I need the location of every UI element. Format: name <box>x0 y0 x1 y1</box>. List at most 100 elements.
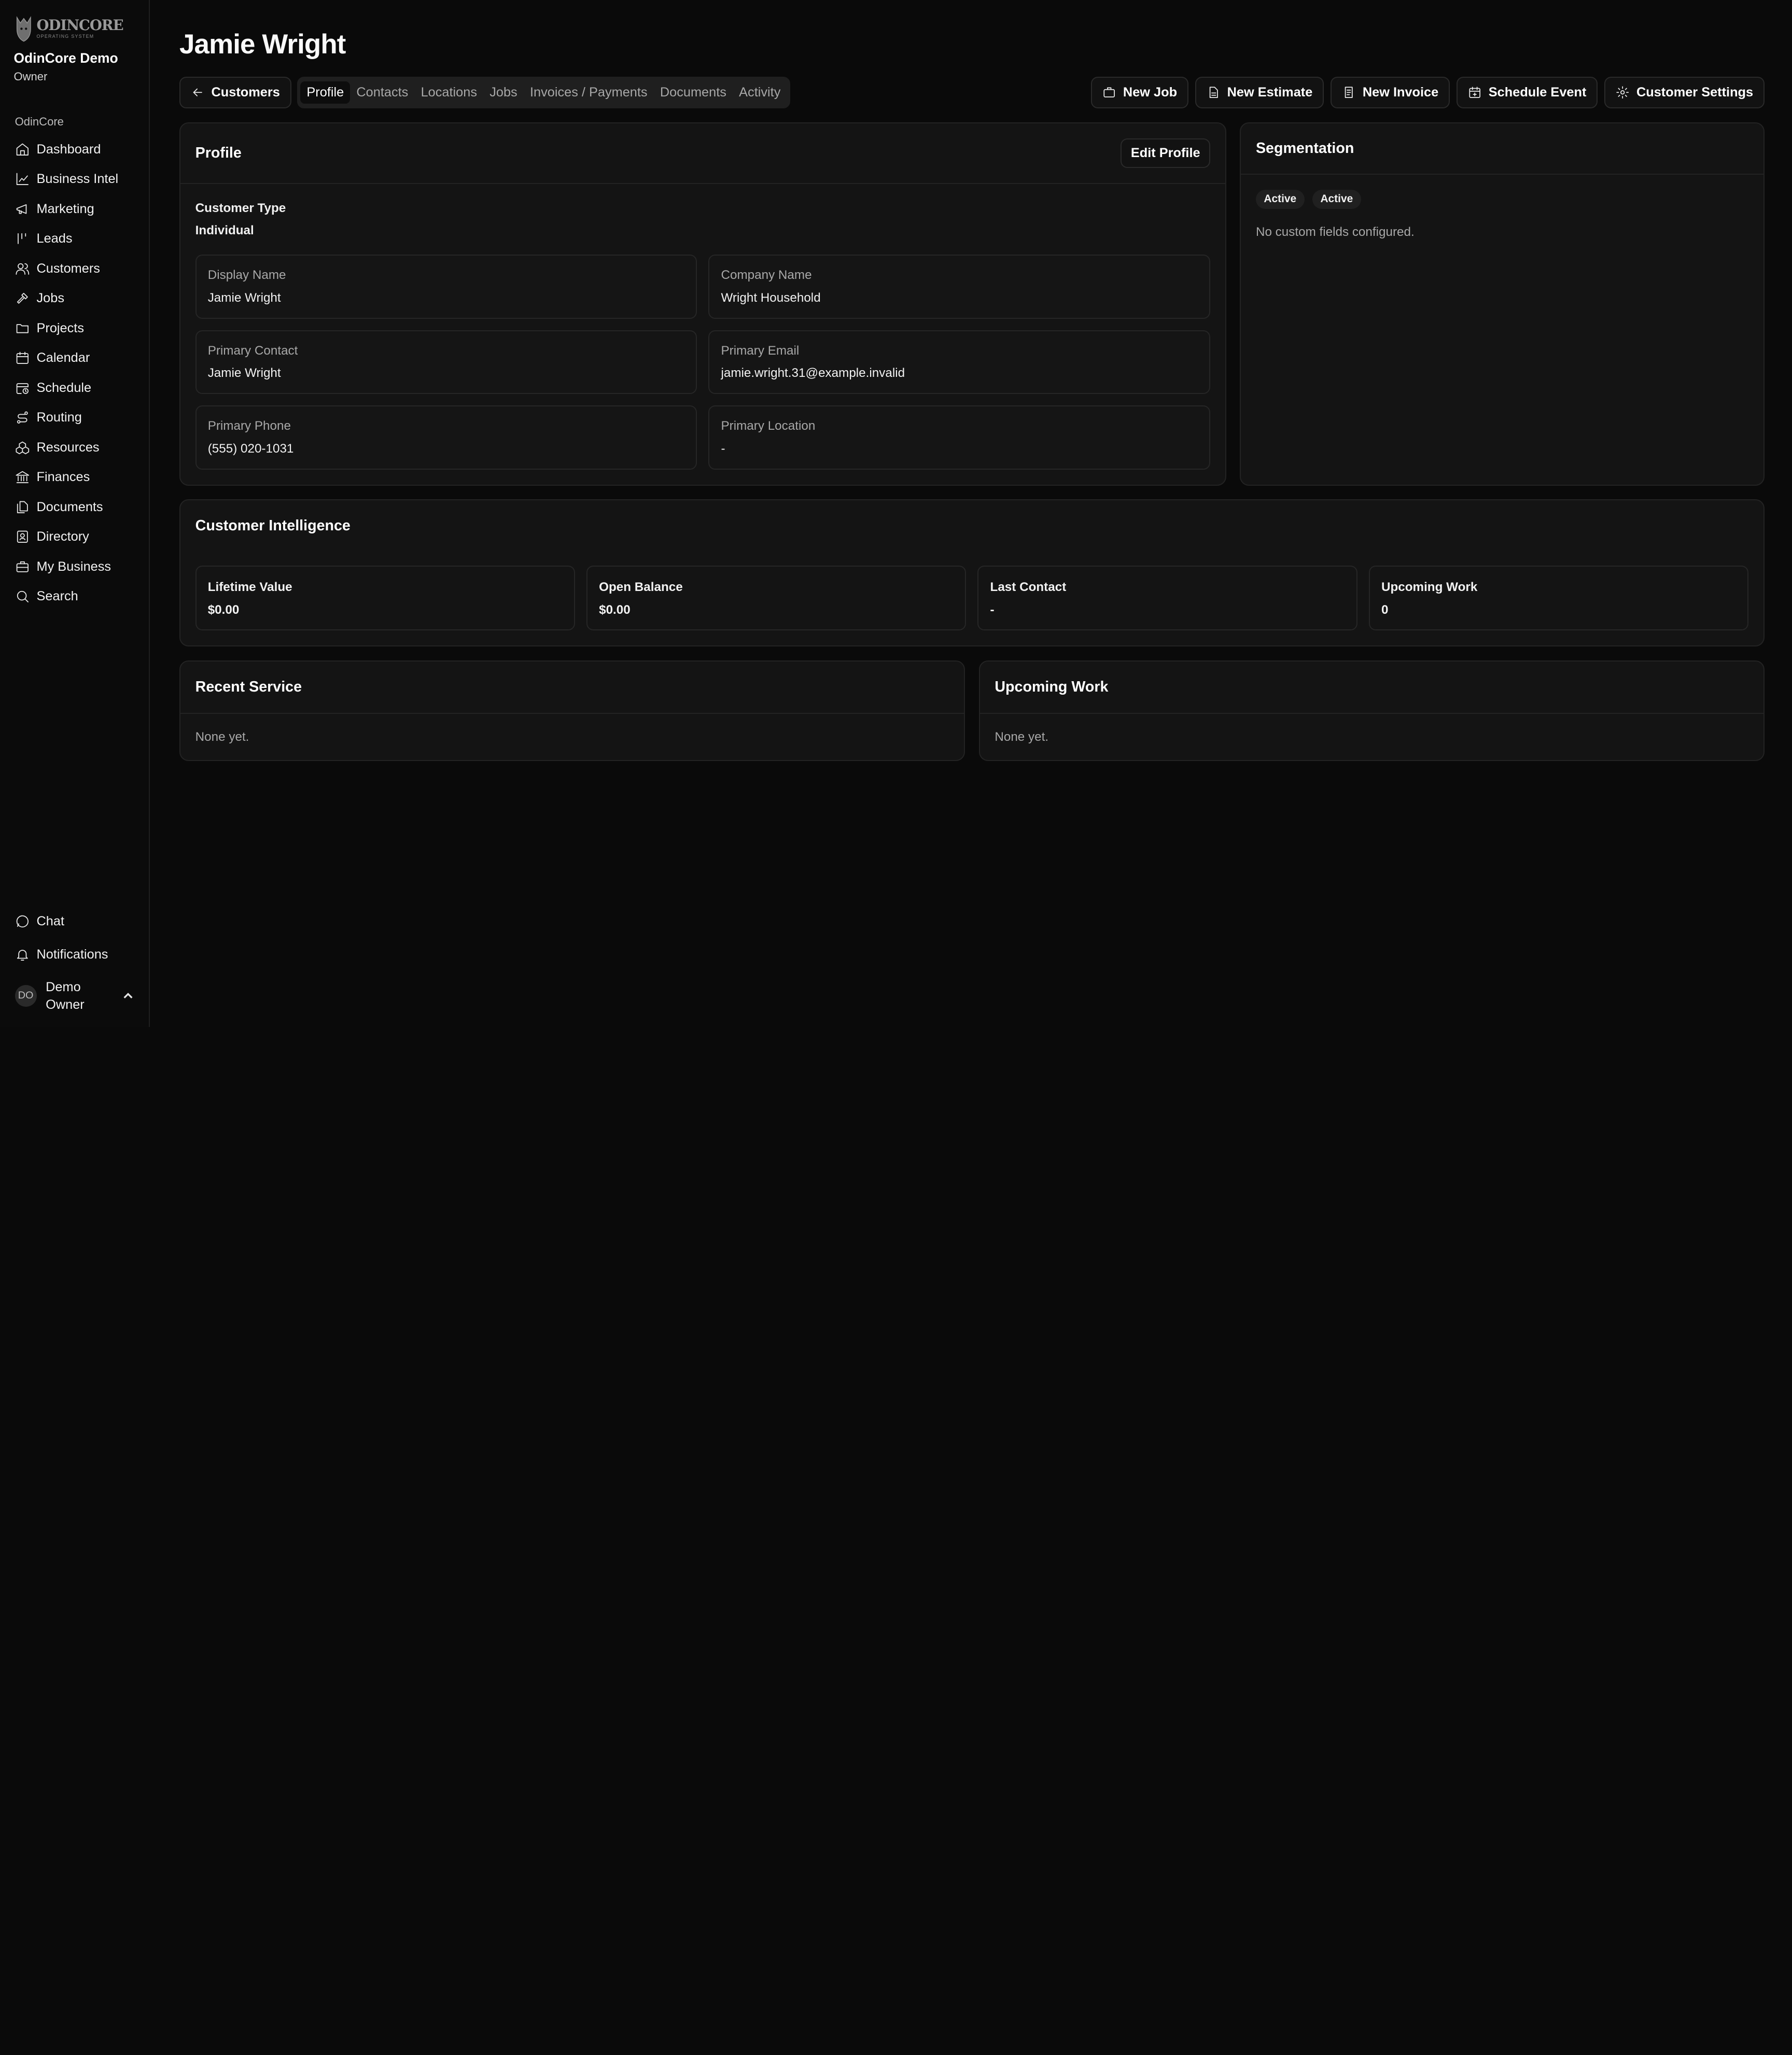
leads-icon <box>17 233 26 245</box>
tab-documents[interactable]: Documents <box>654 81 733 103</box>
profile-card: Profile Edit Profile Customer Type Indiv… <box>179 122 1226 486</box>
sidebar-item-label: Schedule <box>36 380 92 395</box>
tab-contacts[interactable]: Contacts <box>350 81 414 103</box>
field-label: Display Name <box>207 268 286 283</box>
main-content: Jamie Wright Customers Profile Contacts … <box>150 0 1792 1027</box>
sidebar-section-label: OdinCore <box>15 115 64 129</box>
bell-icon <box>17 950 28 961</box>
upcoming-work-metric: Upcoming Work 0 <box>1368 565 1749 631</box>
schedule-event-label: Schedule Event <box>1488 85 1587 100</box>
metric-label: Upcoming Work <box>1381 580 1478 595</box>
sidebar-item-finances[interactable]: Finances <box>0 462 149 492</box>
toolbar: Customers Profile Contacts Locations Job… <box>179 76 1765 109</box>
customer-tabs: Profile Contacts Locations Jobs Invoices… <box>297 76 791 109</box>
boxes-icon <box>16 441 29 455</box>
customer-settings-label: Customer Settings <box>1636 85 1754 100</box>
intelligence-card-header: Customer Intelligence <box>180 500 1763 552</box>
back-to-customers-button[interactable]: Customers <box>179 76 291 109</box>
sidebar-item-resources[interactable]: Resources <box>0 432 149 462</box>
tab-invoices-payments[interactable]: Invoices / Payments <box>524 81 654 103</box>
edit-profile-button[interactable]: Edit Profile <box>1121 138 1211 168</box>
metric-value: $0.00 <box>599 602 631 617</box>
intelligence-metrics: Lifetime Value $0.00 Open Balance $0.00 … <box>180 552 1763 644</box>
top-row: Profile Edit Profile Customer Type Indiv… <box>179 122 1765 486</box>
logo[interactable]: ODINCORE OPERATING SYSTEM <box>13 13 135 43</box>
customer-settings-button[interactable]: Customer Settings <box>1604 76 1765 109</box>
new-estimate-button[interactable]: New Estimate <box>1195 76 1324 109</box>
sidebar-item-label: Business Intel <box>36 172 119 187</box>
sidebar-item-label: Documents <box>36 499 103 514</box>
calendar-plus-icon <box>1469 87 1481 98</box>
avatar: DO <box>15 984 37 1007</box>
field-label: Primary Email <box>721 343 800 358</box>
sidebar-item-marketing[interactable]: Marketing <box>0 194 149 224</box>
calendar-clock-icon <box>16 383 29 394</box>
primary-phone-field: Primary Phone (555) 020-1031 <box>195 405 697 470</box>
user-menu[interactable]: DO Demo Owner <box>0 971 149 1027</box>
schedule-event-button[interactable]: Schedule Event <box>1457 76 1598 109</box>
sidebar-item-customers[interactable]: Customers <box>0 254 149 284</box>
field-value: Jamie Wright <box>207 366 281 381</box>
customer-type: Customer Type Individual <box>195 201 1211 255</box>
sidebar-item-jobs[interactable]: Jobs <box>0 284 149 314</box>
user-name-line1: Demo <box>46 979 81 994</box>
sidebar-item-notifications[interactable]: Notifications <box>0 938 149 971</box>
tab-profile[interactable]: Profile <box>300 81 351 104</box>
users-icon <box>16 263 29 275</box>
sidebar-item-projects[interactable]: Projects <box>0 313 149 343</box>
lifetime-value-metric: Lifetime Value $0.00 <box>195 565 576 631</box>
toolbar-actions: New Job New Estimate New Invoice Schedul… <box>1091 76 1765 109</box>
primary-location-field: Primary Location - <box>708 405 1211 470</box>
segment-badges: Active Active <box>1255 189 1748 209</box>
open-balance-metric: Open Balance $0.00 <box>586 565 967 631</box>
recent-service-header: Recent Service <box>180 661 964 714</box>
segmentation-card: Segmentation Active Active No custom fie… <box>1240 122 1765 486</box>
display-name-field: Display Name Jamie Wright <box>195 255 697 319</box>
field-value: - <box>721 441 725 456</box>
sidebar-item-business-intel[interactable]: Business Intel <box>0 164 149 194</box>
field-label: Primary Location <box>721 419 816 433</box>
arrow-left-icon <box>193 88 202 96</box>
recent-service-title: Recent Service <box>195 679 302 696</box>
sidebar-item-documents[interactable]: Documents <box>0 492 149 522</box>
sidebar-item-label: Resources <box>36 440 100 455</box>
sidebar-item-schedule[interactable]: Schedule <box>0 373 149 403</box>
intelligence-card-title: Customer Intelligence <box>195 517 351 534</box>
segmentation-card-body: Active Active No custom fields configure… <box>1241 175 1763 254</box>
no-custom-fields-note: No custom fields configured. <box>1255 224 1415 239</box>
hammer-icon <box>17 293 28 304</box>
back-label: Customers <box>211 85 280 100</box>
sidebar-nav: Dashboard Business Intel Marketing Leads… <box>0 134 149 611</box>
new-job-button[interactable]: New Job <box>1091 76 1188 109</box>
tab-activity[interactable]: Activity <box>733 81 787 103</box>
profile-card-body: Customer Type Individual Display Name Ja… <box>180 184 1225 470</box>
receipt-icon <box>1345 87 1353 98</box>
sidebar-item-leads[interactable]: Leads <box>0 224 149 254</box>
new-invoice-button[interactable]: New Invoice <box>1331 76 1450 109</box>
new-invoice-label: New Invoice <box>1362 85 1439 100</box>
recent-service-empty: None yet. <box>195 730 249 744</box>
toolbar-left: Customers Profile Contacts Locations Job… <box>179 76 791 109</box>
tab-locations[interactable]: Locations <box>414 81 483 103</box>
route-icon <box>17 412 28 424</box>
metric-label: Last Contact <box>990 580 1067 595</box>
tab-jobs[interactable]: Jobs <box>483 81 524 103</box>
sidebar-item-label: My Business <box>36 559 111 574</box>
sidebar-item-my-business[interactable]: My Business <box>0 552 149 582</box>
segmentation-card-title: Segmentation <box>1255 139 1354 157</box>
sidebar-item-dashboard[interactable]: Dashboard <box>0 134 149 164</box>
sidebar-item-directory[interactable]: Directory <box>0 522 149 552</box>
chat-icon <box>16 915 29 928</box>
org-name: OdinCore Demo <box>13 50 118 66</box>
customer-intelligence-card: Customer Intelligence Lifetime Value $0.… <box>179 499 1765 647</box>
sidebar: ODINCORE OPERATING SYSTEM OdinCore Demo … <box>0 0 150 1028</box>
sidebar-item-routing[interactable]: Routing <box>0 403 149 433</box>
status-badge: Active <box>1255 189 1305 209</box>
sidebar-item-search[interactable]: Search <box>0 582 149 612</box>
field-value: Wright Household <box>721 290 821 305</box>
sidebar-item-chat[interactable]: Chat <box>0 905 149 938</box>
sidebar-item-label: Search <box>36 589 78 604</box>
logo-word: ODINCORE <box>36 17 124 34</box>
sidebar-item-calendar[interactable]: Calendar <box>0 343 149 373</box>
brand: ODINCORE OPERATING SYSTEM OdinCore Demo … <box>0 0 149 83</box>
